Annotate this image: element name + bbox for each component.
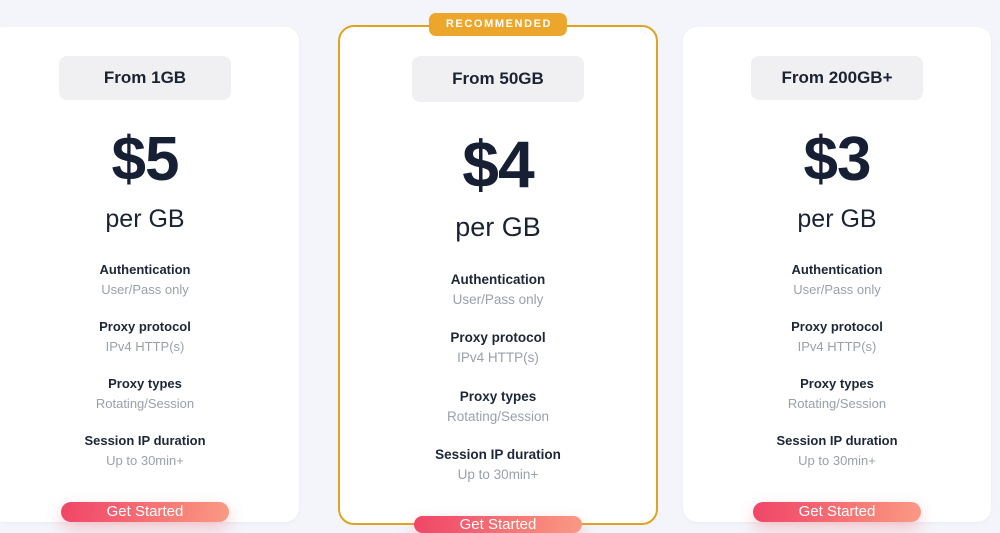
feature-value: User/Pass only [101,281,189,297]
pricing-card-200gb[interactable]: From 200GB+ $3 per GB Authentication Use… [683,27,991,522]
feature-label: Proxy types [800,375,874,391]
pricing-card-50gb[interactable]: RECOMMENDED From 50GB $4 per GB Authenti… [338,13,658,533]
feature-value: Rotating/Session [95,395,195,411]
feature-row: Authentication User/Pass only [0,261,299,300]
tier-badge: From 1GB [59,56,231,100]
tier-badge: From 50GB [412,56,584,102]
feature-row: Session IP duration Up to 30min+ [683,432,991,471]
feature-row: Authentication User/Pass only [340,270,656,310]
feature-row: Proxy protocol IPv4 HTTP(s) [0,318,299,357]
feature-value: Rotating/Session [446,408,550,424]
feature-value: Up to 30min+ [457,467,539,483]
feature-label: Proxy types [108,375,182,391]
feature-label: Proxy protocol [450,330,546,346]
price-block: $3 per GB [797,129,876,232]
feature-row: Proxy types Rotating/Session [0,375,299,414]
feature-label: Proxy types [459,388,537,404]
feature-value: User/Pass only [452,291,544,307]
feature-label: Proxy protocol [791,318,883,334]
feature-list: Authentication User/Pass only Proxy prot… [0,261,299,471]
feature-row: Proxy types Rotating/Session [683,375,991,414]
feature-label: Session IP duration [84,432,206,448]
price-unit: per GB [455,212,541,242]
feature-list: Authentication User/Pass only Proxy prot… [340,270,656,486]
price-unit: per GB [105,205,185,233]
price-amount: $3 [803,125,872,194]
tier-badge: From 200GB+ [751,56,923,100]
feature-row: Authentication User/Pass only [683,261,991,300]
feature-value: Up to 30min+ [106,452,184,468]
feature-label: Proxy protocol [99,318,191,334]
feature-label: Authentication [791,262,883,277]
feature-value: User/Pass only [793,281,881,297]
get-started-button[interactable]: Get Started [61,501,229,522]
feature-row: Session IP duration Up to 30min+ [340,445,656,485]
feature-value: IPv4 HTTP(s) [105,338,185,354]
get-started-button[interactable]: Get Started [753,501,921,522]
feature-row: Proxy protocol IPv4 HTTP(s) [340,328,656,368]
feature-row: Proxy protocol IPv4 HTTP(s) [683,318,991,357]
feature-value: IPv4 HTTP(s) [457,350,539,366]
feature-label: Authentication [99,262,191,277]
price-block: $4 per GB [455,131,541,241]
feature-value: Up to 30min+ [798,452,876,468]
feature-label: Session IP duration [776,432,898,448]
price-amount: $5 [111,125,180,194]
get-started-button[interactable]: Get Started [414,515,582,533]
feature-label: Session IP duration [435,447,561,463]
price-block: $5 per GB [105,129,184,232]
feature-label: Authentication [450,272,546,287]
feature-list: Authentication User/Pass only Proxy prot… [683,261,991,471]
price-unit: per GB [797,205,877,233]
price-amount: $4 [462,127,534,201]
feature-row: Session IP duration Up to 30min+ [0,432,299,471]
feature-row: Proxy types Rotating/Session [340,387,656,427]
recommended-badge: RECOMMENDED [428,13,568,36]
feature-value: IPv4 HTTP(s) [797,338,877,354]
feature-value: Rotating/Session [787,395,887,411]
pricing-card-1gb[interactable]: From 1GB $5 per GB Authentication User/P… [0,27,299,522]
pricing-table: From 1GB $5 per GB Authentication User/P… [0,0,1000,533]
